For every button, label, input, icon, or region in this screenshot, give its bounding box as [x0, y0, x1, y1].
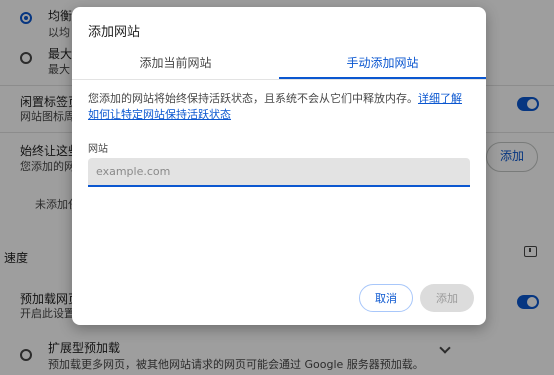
site-url-input[interactable]	[88, 158, 470, 187]
cancel-button[interactable]: 取消	[359, 284, 413, 312]
tab-add-site-manually[interactable]: 手动添加网站	[279, 47, 486, 79]
dialog-description: 您添加的网站将始终保持活跃状态，且系统不会从它们中释放内存。详细了解如何让特定网…	[88, 91, 470, 123]
site-field-label: 网站	[88, 144, 108, 155]
tab-divider	[72, 79, 486, 80]
add-button[interactable]: 添加	[420, 284, 474, 312]
add-site-dialog: 添加网站 添加当前网站 手动添加网站 您添加的网站将始终保持活跃状态，且系统不会…	[72, 7, 486, 325]
dialog-title: 添加网站	[88, 25, 141, 40]
tab-add-current-site[interactable]: 添加当前网站	[72, 47, 279, 79]
description-text: 您添加的网站将始终保持活跃状态，且系统不会从它们中释放内存。	[88, 92, 418, 105]
